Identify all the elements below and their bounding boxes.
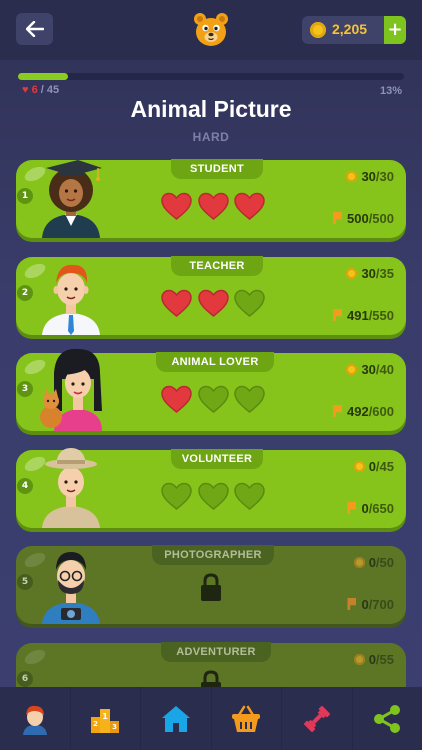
heart-empty-icon: [161, 482, 192, 510]
hearts-rating: [161, 385, 265, 415]
top-bar: 2,205 +: [0, 0, 422, 60]
coin-icon: [346, 364, 358, 375]
back-button[interactable]: [16, 13, 53, 45]
level-title: PHOTOGRAPHER: [152, 545, 274, 565]
coin-balance[interactable]: 2,205 +: [302, 16, 406, 44]
heart-filled-icon: [197, 289, 229, 317]
heart-empty-icon: [234, 289, 265, 317]
level-number: 6: [17, 671, 33, 687]
dumbbell-icon: [303, 705, 330, 732]
coin-icon: [353, 461, 365, 472]
ticket-icon: [332, 405, 342, 417]
progress-bar: [18, 73, 404, 80]
teacher-avatar: [42, 264, 100, 335]
coin-icon: [346, 268, 358, 279]
heart-filled-icon: [197, 192, 229, 220]
podium-icon: 1 2 3: [91, 708, 120, 733]
hearts-rating: [161, 482, 265, 512]
svg-text:3: 3: [112, 723, 117, 731]
heart-filled-icon: [161, 385, 192, 413]
hearts-total: / 45: [40, 84, 60, 96]
hearts-rating: [161, 192, 265, 222]
coin-stat: 0/50: [353, 555, 394, 570]
ticket-icon: [347, 502, 357, 514]
nav-shop[interactable]: [212, 687, 282, 750]
basket-icon: [232, 705, 261, 732]
heart-filled-icon: [161, 192, 192, 220]
level-number: 5: [17, 574, 33, 590]
level-title: TEACHER: [171, 256, 263, 276]
bottom-nav: 1 2 3: [0, 687, 422, 750]
svg-text:1: 1: [102, 712, 108, 721]
nav-training[interactable]: [282, 687, 353, 750]
heart-empty-icon: [234, 482, 265, 510]
nav-leaderboard[interactable]: 1 2 3: [71, 687, 141, 750]
level-title: VOLUNTEER: [171, 449, 263, 469]
coin-icon: [353, 557, 365, 568]
nav-share[interactable]: [353, 687, 422, 750]
heart-icon: ♥: [22, 84, 29, 96]
ticket-icon: [332, 309, 342, 321]
heart-filled-icon: [161, 289, 192, 317]
hearts-counter: ♥ 6 / 45: [22, 84, 59, 96]
share-icon: [374, 704, 401, 733]
level-card-volunteer[interactable]: 4 VOLUNTEER 0/45 0/650: [16, 448, 406, 528]
ticket-stat: 500/500: [332, 211, 394, 226]
nav-home[interactable]: [141, 687, 212, 750]
bear-face-icon: [194, 13, 228, 46]
level-number: 3: [17, 381, 33, 397]
level-title: ADVENTURER: [161, 642, 271, 662]
ticket-stat: 0/700: [347, 597, 394, 612]
hearts-current: 6: [31, 84, 38, 96]
coin-stat: 30/35: [346, 266, 394, 281]
add-coins-button[interactable]: +: [384, 16, 406, 44]
ticket-icon: [347, 598, 357, 610]
heart-filled-icon: [234, 192, 265, 220]
level-number: 1: [17, 188, 33, 204]
page-title: Animal Picture: [130, 96, 292, 122]
lock-icon: [201, 573, 221, 601]
coin-stat: 0/55: [353, 652, 394, 667]
coin-stat: 30/40: [346, 362, 394, 377]
avatar-icon: [22, 705, 47, 735]
level-card-animal-lover[interactable]: 3 ANIMAL LOVER 30/40 492/600: [16, 348, 406, 431]
level-number: 4: [17, 478, 33, 494]
nav-profile[interactable]: [0, 687, 71, 750]
coin-icon: [353, 654, 365, 665]
difficulty-label: HARD: [192, 130, 230, 144]
progress-fill: [18, 73, 69, 80]
heart-empty-icon: [197, 482, 229, 510]
home-icon: [161, 705, 190, 732]
ticket-icon: [332, 212, 342, 224]
hearts-rating: [161, 289, 265, 319]
student-avatar: [42, 160, 102, 238]
photographer-avatar: [42, 552, 100, 624]
ticket-stat: 491/550: [332, 308, 394, 323]
heart-empty-icon: [197, 385, 229, 413]
animal-lover-avatar: [40, 348, 102, 431]
level-card-student[interactable]: 1 STUDENT 30/30 500/500: [16, 159, 406, 238]
level-card-photographer[interactable]: 5 PHOTOGRAPHER 0/50 0/700: [16, 545, 406, 624]
coin-stat: 0/45: [353, 459, 394, 474]
arrow-left-icon: [25, 21, 44, 37]
ticket-stat: 0/650: [347, 501, 394, 516]
level-title: ANIMAL LOVER: [156, 352, 274, 372]
svg-text:2: 2: [93, 720, 98, 728]
coin-icon: [346, 171, 358, 182]
heart-empty-icon: [234, 385, 265, 413]
coin-balance-value: 2,205: [332, 21, 368, 37]
coin-icon: [310, 22, 326, 38]
level-card-teacher[interactable]: 2 TEACHER 30/35 491/550: [16, 256, 406, 335]
ticket-stat: 492/600: [332, 404, 394, 419]
level-title: STUDENT: [171, 159, 263, 179]
volunteer-avatar: [42, 448, 100, 528]
coin-stat: 30/30: [346, 169, 394, 184]
level-number: 2: [17, 285, 33, 301]
